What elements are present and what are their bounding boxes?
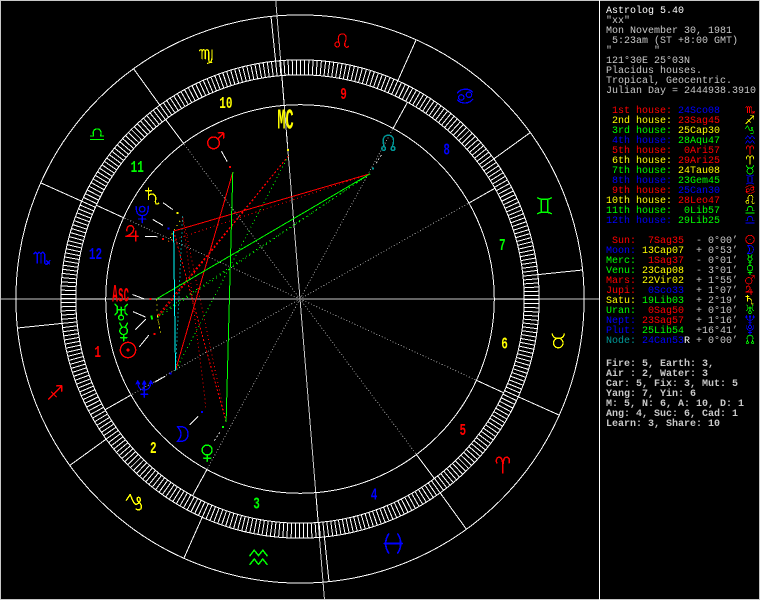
svg-text:Julian Day = 2444938.3910: Julian Day = 2444938.3910 xyxy=(606,85,756,97)
svg-text:Asc: Asc xyxy=(112,280,129,309)
svg-text:12th house:: 12th house: xyxy=(606,215,672,227)
svg-text:Learn: 3, Share: 10: Learn: 3, Share: 10 xyxy=(606,418,720,430)
svg-text:12: 12 xyxy=(89,246,102,265)
svg-text:2: 2 xyxy=(150,440,157,459)
svg-text:24Can53: 24Can53 xyxy=(642,336,684,347)
svg-text:4: 4 xyxy=(371,486,378,505)
svg-text:R: R xyxy=(684,336,690,347)
svg-text:6: 6 xyxy=(501,335,508,354)
svg-text:11: 11 xyxy=(131,159,144,178)
svg-text:5: 5 xyxy=(459,422,466,441)
svg-text:7: 7 xyxy=(499,237,506,256)
svg-text:9: 9 xyxy=(340,86,347,105)
svg-text:10: 10 xyxy=(219,95,232,114)
svg-text:MC: MC xyxy=(277,104,293,137)
svg-text:Node:: Node: xyxy=(606,335,636,347)
svg-text:8: 8 xyxy=(443,141,450,160)
svg-text:+ 0°00’: + 0°00’ xyxy=(696,335,738,347)
svg-text:29Lib25: 29Lib25 xyxy=(678,215,720,227)
svg-text:3: 3 xyxy=(253,495,260,514)
svg-text:1: 1 xyxy=(94,344,101,363)
